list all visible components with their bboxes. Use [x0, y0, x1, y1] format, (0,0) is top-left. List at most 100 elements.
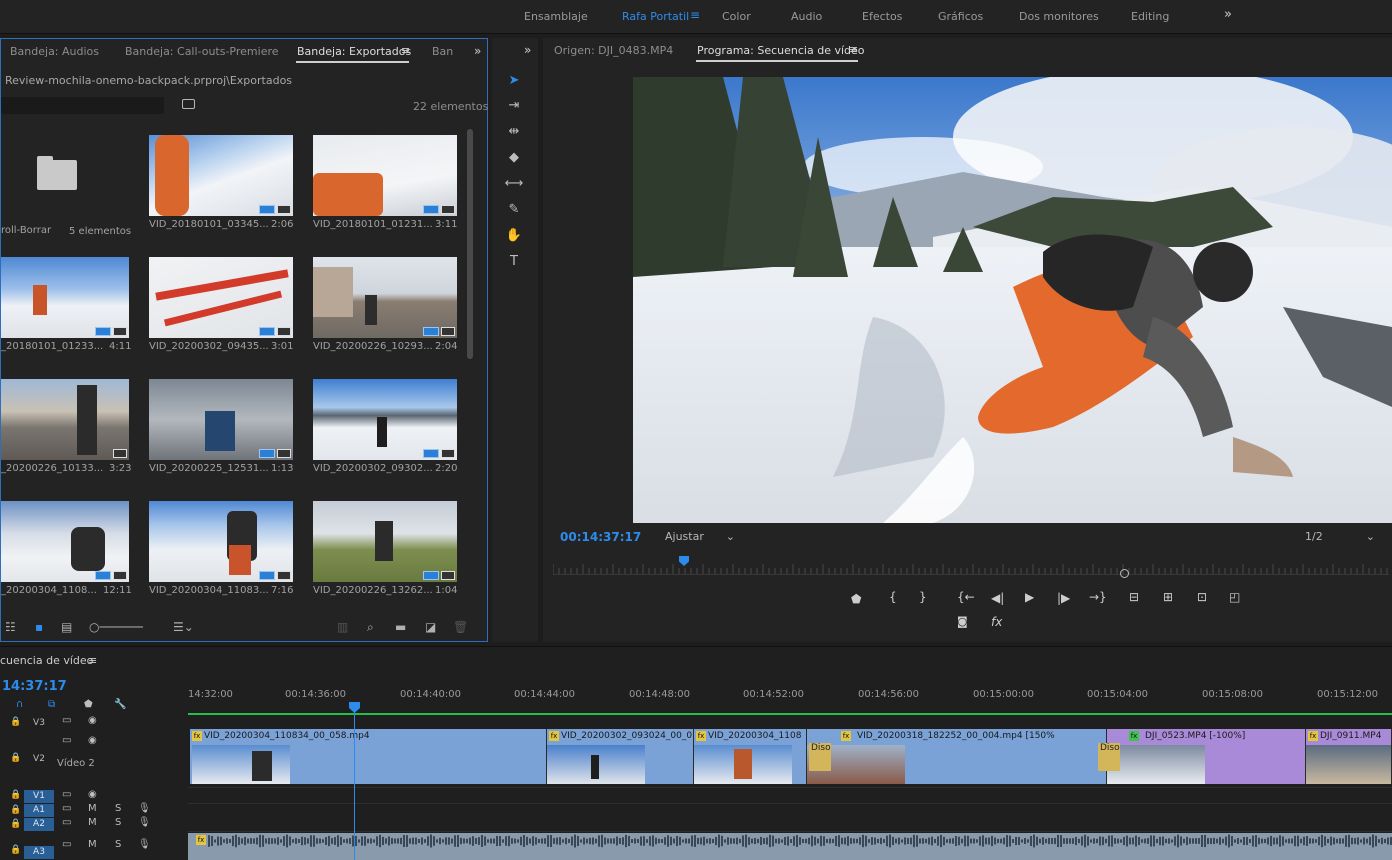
snap-icon[interactable]: ∩ — [16, 699, 23, 710]
audio-clip[interactable]: fx — [188, 833, 1392, 860]
program-timecode[interactable]: 00:14:37:17 — [560, 530, 641, 544]
search-input[interactable] — [1, 97, 164, 114]
extract-button[interactable]: ⊞ — [1163, 590, 1173, 604]
solo-button[interactable]: S — [115, 817, 121, 828]
trash-icon[interactable]: 🗑 — [453, 620, 468, 634]
timeline-timecode[interactable]: 14:37:17 — [2, 679, 67, 694]
go-to-in-button[interactable]: {← — [957, 590, 975, 604]
lock-icon[interactable]: 🔒 — [10, 717, 21, 727]
new-bin-icon[interactable]: ▬ — [395, 620, 406, 634]
project-scrollbar[interactable] — [467, 129, 473, 359]
lock-icon[interactable]: 🔒 — [10, 819, 21, 829]
workspace-rafa-portatil[interactable]: Rafa Portatil — [622, 10, 689, 23]
type-tool-icon[interactable]: T — [504, 252, 524, 272]
icon-view-icon[interactable]: ▪ — [35, 620, 43, 634]
transition-dissolve[interactable]: Diso — [1098, 743, 1120, 771]
workspace-efectos[interactable]: Efectos — [862, 10, 902, 23]
track-name-a3[interactable]: A3 — [24, 846, 54, 859]
overwrite-button[interactable]: ◰ — [1229, 590, 1240, 604]
workspace-menu-icon[interactable]: ≡ — [690, 8, 700, 22]
clip-item[interactable]: _20200226_10133... 3:23 — [1, 371, 161, 491]
toggle-sync-icon[interactable]: ▭ — [62, 789, 71, 800]
hand-tool-icon[interactable]: ✋ — [504, 226, 524, 246]
toggle-sync-icon[interactable]: ▭ — [62, 803, 71, 814]
selection-tool-icon[interactable]: ➤ — [504, 71, 524, 91]
microphone-icon[interactable]: 🎙 — [138, 817, 151, 828]
clip-item[interactable]: VID_20200302_09302... 2:20 — [313, 371, 463, 491]
solo-button[interactable]: S — [115, 839, 121, 850]
clip-item[interactable]: VID_20180101_01231... 3:11 — [313, 127, 463, 247]
tab-bandeja-audios[interactable]: Bandeja: Audios — [10, 45, 99, 58]
clip-item[interactable]: VID_20200226_13262... 1:04 — [313, 493, 463, 599]
play-button[interactable]: ▶ — [1025, 590, 1034, 604]
monitor-time-ruler[interactable] — [552, 560, 1389, 574]
mute-button[interactable]: M — [88, 839, 97, 850]
timeline-clip[interactable]: fx VID_20200304_110834_00_058.mp4 — [190, 729, 547, 784]
linked-selection-icon[interactable]: ⧉ — [48, 699, 55, 710]
track-name-v3[interactable]: V3 — [24, 717, 54, 730]
transition-dissolve[interactable]: Diso — [809, 743, 831, 771]
new-item-icon[interactable]: ◪ — [425, 620, 436, 634]
workspace-editing[interactable]: Editing — [1131, 10, 1169, 23]
add-marker-icon[interactable]: ⬟ — [851, 592, 861, 606]
monitor-menu-icon[interactable]: ≡ — [849, 43, 858, 56]
export-frame-icon[interactable]: ◙ — [957, 615, 968, 628]
monitor-zoom-handle[interactable] — [1120, 569, 1129, 578]
track-name-v1[interactable]: V1 — [24, 790, 54, 803]
eye-icon[interactable]: ◉ — [88, 735, 97, 746]
timeline-clip[interactable]: fx DJI_0911.MP4 — [1306, 729, 1392, 784]
sequence-title[interactable]: cuencia de vídeo — [0, 654, 93, 667]
add-marker-icon[interactable]: ⬟ — [84, 699, 93, 710]
track-name-v2[interactable]: V2 — [24, 753, 54, 766]
solo-button[interactable]: S — [115, 803, 121, 814]
fx-button[interactable]: fx — [991, 615, 1002, 629]
fit-dropdown[interactable]: Ajustar ⌄ — [659, 528, 739, 545]
eye-icon[interactable]: ◉ — [88, 789, 97, 800]
timeline-clip[interactable]: fx DJI_0523.MP4 [-100%] — [1107, 729, 1306, 784]
eye-icon[interactable]: ◉ — [88, 715, 97, 726]
clip-item[interactable]: VID_20200226_10293... 2:04 — [313, 249, 463, 369]
resolution-dropdown[interactable]: 1/2 ⌄ — [1299, 528, 1379, 545]
workspace-audio[interactable]: Audio — [791, 10, 822, 23]
step-back-button[interactable]: ◀| — [991, 591, 1004, 605]
toggle-sync-icon[interactable]: ▭ — [62, 735, 71, 746]
step-forward-button[interactable]: |▶ — [1057, 591, 1070, 605]
timeline-menu-icon[interactable]: ≡ — [88, 654, 97, 667]
clip-item[interactable]: VID_20180101_03345... 2:06 — [149, 127, 309, 247]
panel-menu-icon[interactable]: ≡ — [401, 44, 410, 57]
ripple-edit-tool-icon[interactable]: ⇹ — [504, 122, 524, 142]
timeline-clip[interactable]: fx VID_20200318_182252_00_004.mp4 [150% — [807, 729, 1107, 784]
workspace-overflow-icon[interactable]: » — [1224, 7, 1232, 22]
lock-icon[interactable]: 🔒 — [10, 805, 21, 815]
freeform-view-icon[interactable]: ▤ — [61, 620, 72, 634]
find-icon[interactable]: ⌕ — [367, 620, 374, 635]
mute-button[interactable]: M — [88, 817, 97, 828]
timeline-ruler[interactable]: 14:32:00 00:14:36:00 00:14:40:00 00:14:4… — [188, 687, 1392, 715]
zoom-slider-icon[interactable]: ○────── — [89, 620, 143, 634]
track-name-a2[interactable]: A2 — [24, 818, 54, 831]
wrench-icon[interactable]: 🔧 — [114, 699, 126, 710]
microphone-icon[interactable]: 🎙 — [138, 803, 151, 814]
clip-item[interactable]: VID_20200225_12531... 1:13 — [149, 371, 309, 491]
tools-overflow-icon[interactable]: » — [524, 43, 531, 57]
track-select-tool-icon[interactable]: ⇥ — [504, 96, 524, 116]
find-icon[interactable] — [182, 99, 195, 109]
toggle-sync-icon[interactable]: ▭ — [62, 817, 71, 828]
workspace-ensamblaje[interactable]: Ensamblaje — [524, 10, 588, 23]
sort-icon[interactable]: ☰⌄ — [173, 620, 194, 634]
workspace-color[interactable]: Color — [722, 10, 751, 23]
tab-bandeja-truncated[interactable]: Ban — [432, 45, 453, 58]
toggle-sync-icon[interactable]: ▭ — [62, 839, 71, 850]
work-area-bar[interactable] — [188, 713, 1392, 715]
lift-button[interactable]: ⊟ — [1129, 590, 1139, 604]
list-view-icon[interactable]: ☷ — [5, 620, 16, 634]
program-video-frame[interactable] — [633, 77, 1392, 523]
track-name-a1[interactable]: A1 — [24, 804, 54, 817]
lock-icon[interactable]: 🔒 — [10, 753, 21, 763]
timeline-clip[interactable]: fx VID_20200302_093024_00_0 — [547, 729, 694, 784]
clip-item[interactable]: _20200304_1108... 12:11 — [1, 493, 161, 599]
lock-icon[interactable]: 🔒 — [10, 790, 21, 800]
clip-item[interactable]: VID_20200302_09435... 3:01 — [149, 249, 309, 369]
tab-bandeja-call-outs[interactable]: Bandeja: Call-outs-Premiere — [125, 45, 279, 58]
tab-bandeja-exportados[interactable]: Bandeja: Exportados — [297, 45, 411, 58]
